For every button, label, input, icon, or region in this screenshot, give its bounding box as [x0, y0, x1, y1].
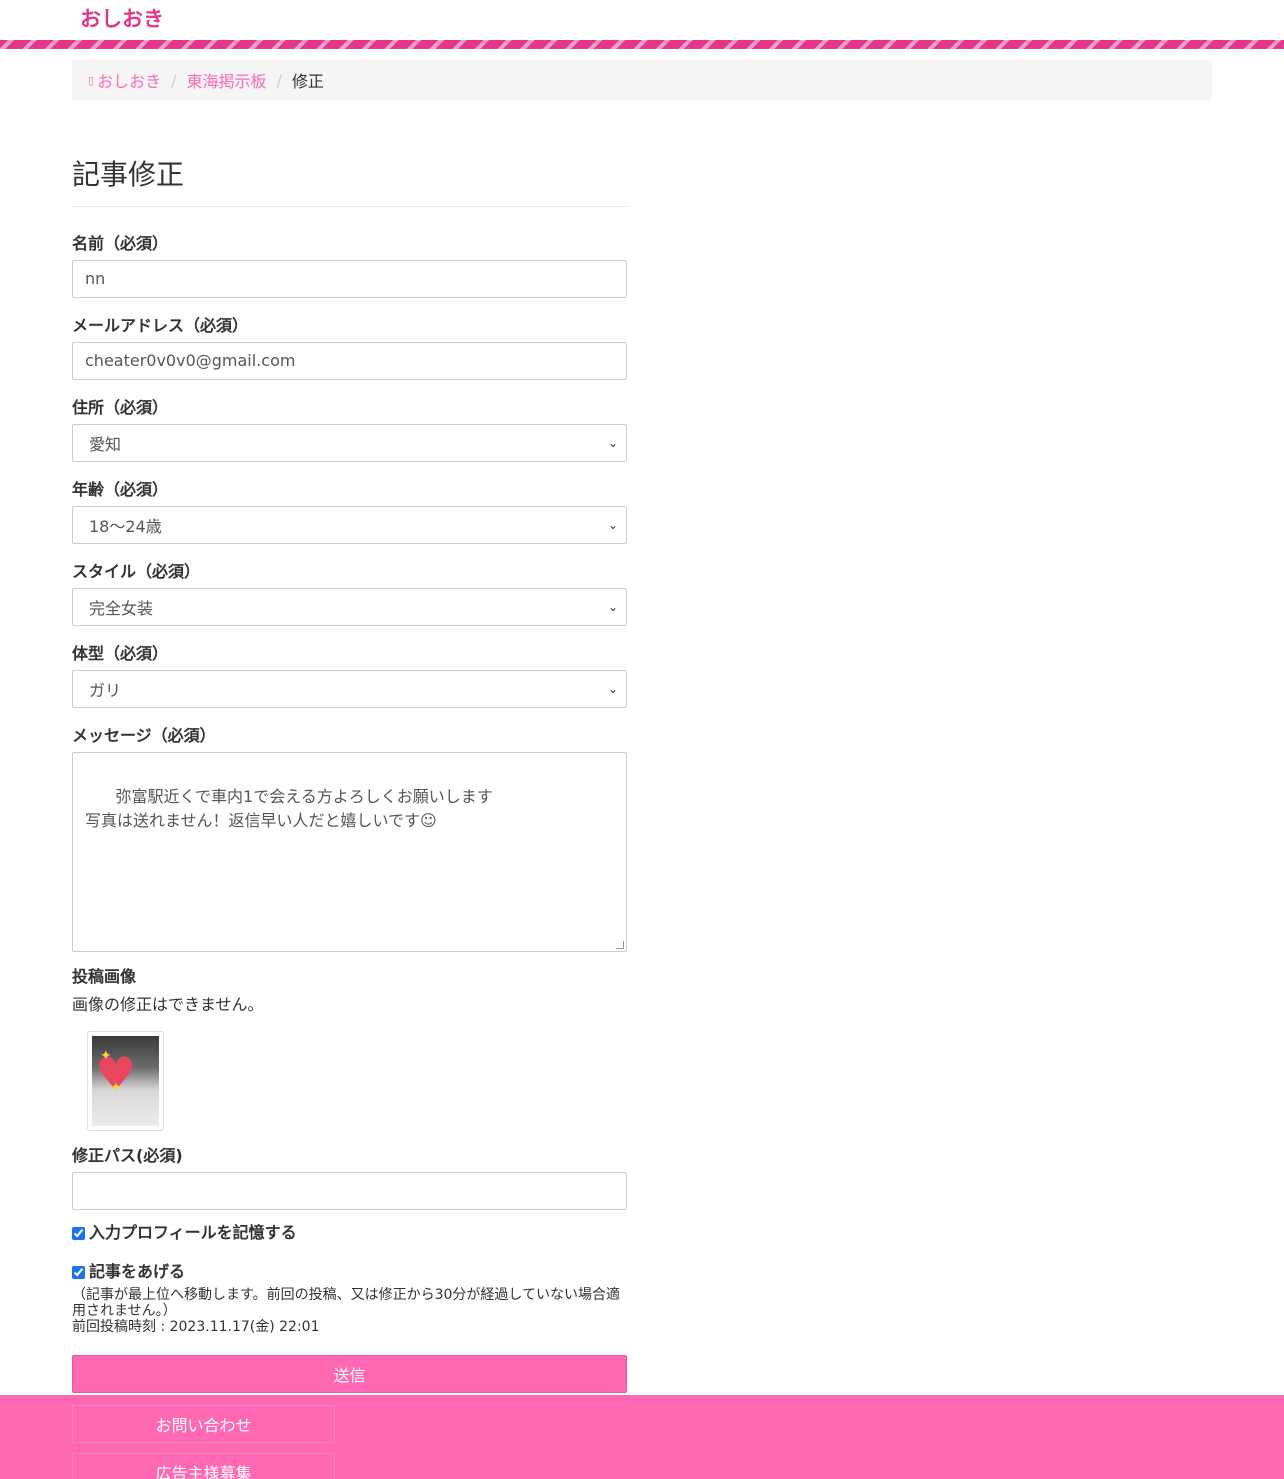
- email-input[interactable]: cheater0v0v0@gmail.com: [72, 342, 627, 380]
- chevron-down-icon: ⌄: [607, 518, 618, 532]
- home-icon: ▯: [88, 73, 95, 87]
- message-text: 弥富駅近くで車内1で会える方よろしくお願いします 写真は送れません！返信早い人だ…: [85, 787, 493, 830]
- style-label: スタイル（必須）: [72, 562, 201, 581]
- address-select[interactable]: 愛知 ⌄: [72, 424, 627, 462]
- body-type-label: 体型（必須）: [72, 644, 169, 663]
- breadcrumb-current: 修正: [291, 72, 324, 91]
- breadcrumb-separator: /: [171, 70, 177, 90]
- name-label: 名前（必須）: [72, 234, 169, 253]
- sparkle-icon: ✦: [100, 1048, 112, 1064]
- age-selected-value: 18〜24歳: [89, 517, 162, 536]
- address-label: 住所（必須）: [72, 398, 169, 417]
- image-help-text: 画像の修正はできません。: [72, 995, 264, 1014]
- address-selected-value: 愛知: [89, 435, 122, 454]
- bump-post-option[interactable]: 記事をあげる: [72, 1261, 627, 1283]
- age-select[interactable]: 18〜24歳 ⌄: [72, 506, 627, 544]
- chevron-down-icon: ⌄: [607, 436, 618, 450]
- breadcrumb-separator: /: [276, 70, 282, 90]
- remember-profile-checkbox[interactable]: [72, 1226, 85, 1240]
- contact-link[interactable]: お問い合わせ: [72, 1405, 335, 1443]
- image-label: 投稿画像: [72, 967, 137, 986]
- bump-note: （記事が最上位へ移動します。前回の投稿、又は修正から30分が経過していない場合適…: [72, 1287, 620, 1319]
- body-type-selected-value: ガリ: [89, 681, 122, 700]
- bump-post-checkbox[interactable]: [72, 1265, 85, 1279]
- style-selected-value: 完全女装: [89, 599, 154, 618]
- message-textarea[interactable]: 弥富駅近くで車内1で会える方よろしくお願いします 写真は送れません！返信早い人だ…: [72, 752, 627, 952]
- email-label: メールアドレス（必須）: [72, 316, 249, 335]
- sparkle-icon: ✦: [110, 1080, 122, 1096]
- age-label: 年齢（必須）: [72, 480, 169, 499]
- page-title: 記事修正: [72, 156, 627, 207]
- submit-button[interactable]: 送信: [72, 1355, 627, 1393]
- breadcrumb-board[interactable]: 東海掲示板: [186, 68, 266, 92]
- chevron-down-icon: ⌄: [607, 600, 618, 614]
- site-logo[interactable]: おしおき: [80, 4, 164, 34]
- message-label: メッセージ（必須）: [72, 726, 216, 745]
- breadcrumb: ▯ おしおき / 東海掲示板 / 修正: [72, 60, 1212, 100]
- remember-profile-option[interactable]: 入力プロフィールを記憶する: [72, 1222, 627, 1244]
- resize-handle[interactable]: [616, 941, 624, 949]
- site-footer: お問い合わせ 広告主様募集: [0, 1395, 1284, 1479]
- body-type-select[interactable]: ガリ ⌄: [72, 670, 627, 708]
- name-input[interactable]: nn: [72, 260, 627, 298]
- edit-form: 記事修正 名前（必須） nn メールアドレス（必須） cheater0v0v0@…: [72, 150, 627, 1393]
- remember-profile-label: 入力プロフィールを記憶する: [89, 1223, 297, 1242]
- chevron-down-icon: ⌄: [607, 682, 618, 696]
- post-image-thumbnail: ♥ ✦ ✦: [87, 1031, 164, 1131]
- last-post-time: 前回投稿時刻 : 2023.11.17(金) 22:01: [72, 1319, 320, 1335]
- bump-post-label: 記事をあげる: [89, 1262, 186, 1281]
- header-stripe: [0, 40, 1284, 49]
- site-header: おしおき: [0, 0, 1284, 40]
- post-image: ♥ ✦ ✦: [92, 1036, 159, 1126]
- advertiser-link[interactable]: 広告主様募集: [72, 1453, 335, 1479]
- edit-pass-label: 修正パス(必須): [72, 1146, 183, 1165]
- style-select[interactable]: 完全女装 ⌄: [72, 588, 627, 626]
- edit-pass-input[interactable]: [72, 1172, 627, 1210]
- breadcrumb-home[interactable]: おしおき: [97, 68, 161, 92]
